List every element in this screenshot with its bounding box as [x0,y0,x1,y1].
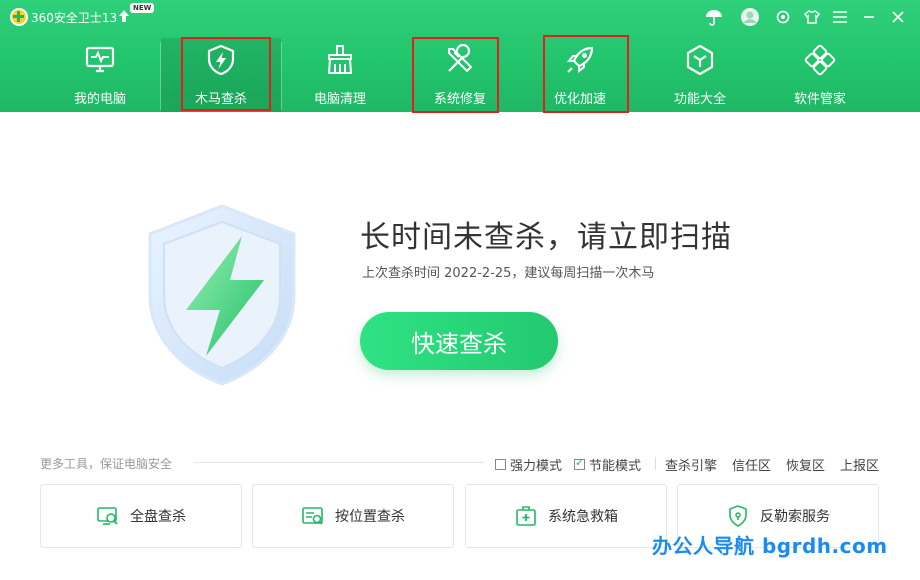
first-aid-card[interactable]: 系统急救箱 [465,484,667,548]
disk-scan-icon [97,507,118,525]
broom-icon [327,45,353,74]
checkbox-icon [495,459,506,470]
trust-zone-link[interactable]: 信任区 [732,455,771,474]
option-label: 强力模式 [510,459,563,474]
nav-label: 软件管家 [793,92,846,107]
nav-item-features[interactable]: 功能大全 [640,38,760,112]
card-label: 按位置查杀 [335,509,405,525]
nav-item-trojan-scan[interactable]: 木马查杀 [161,38,281,112]
card-label: 全盘查杀 [130,509,186,525]
first-aid-kit-icon [516,506,536,526]
top-header: 360安全卫士13 NEW 我的电脑 木马查杀 电脑清理 系统修复 优化加速 功… [0,0,920,113]
separator [655,457,656,470]
site-watermark: 办公人导航 bgrdh.com [652,534,888,558]
last-scan-info: 上次查杀时间 2022-2-25，建议每周扫描一次木马 [362,266,655,281]
nav-item-my-computer[interactable]: 我的电脑 [40,38,160,112]
nav-label: 我的电脑 [73,92,126,107]
nav-label: 优化加速 [553,92,606,107]
checkbox-checked-icon [574,456,585,470]
avatar-icon[interactable] [739,6,761,28]
nav-item-cleanup[interactable]: 电脑清理 [280,38,400,112]
minimize-icon[interactable] [858,6,880,28]
card-label: 反勒索服务 [760,509,830,525]
wrench-screwdriver-icon [448,44,473,73]
close-icon[interactable] [887,6,909,28]
shield-illustration-icon [148,204,296,386]
upgrade-arrow-icon[interactable] [118,9,130,23]
nav-label: 功能大全 [673,92,726,107]
shield-bolt-icon [207,44,235,76]
eco-mode-checkbox[interactable]: 节能模式 [574,455,641,474]
location-scan-icon [302,507,323,525]
more-tools-label: 更多工具，保证电脑安全 [40,457,173,471]
nav-label: 木马查杀 [194,92,247,107]
location-scan-card[interactable]: 按位置查杀 [252,484,454,548]
power-mode-checkbox[interactable]: 强力模式 [495,455,562,474]
report-zone-link[interactable]: 上报区 [840,455,879,474]
app-title: 360安全卫士13 [31,11,118,25]
main-nav: 我的电脑 木马查杀 电脑清理 系统修复 优化加速 功能大全 软件管家 [40,38,920,112]
menu-icon[interactable] [829,6,851,28]
divider-line [194,462,484,463]
cube-icon [686,44,714,76]
nav-item-system-repair[interactable]: 系统修复 [400,38,520,112]
nav-label: 系统修复 [433,92,486,107]
nav-item-software-manager[interactable]: 软件管家 [760,38,880,112]
skin-shirt-icon[interactable] [801,6,823,28]
scan-headline: 长时间未查杀，请立即扫描 [360,220,732,255]
card-label: 系统急救箱 [548,509,618,525]
restore-zone-link[interactable]: 恢复区 [786,455,825,474]
nav-item-optimize[interactable]: 优化加速 [520,38,640,112]
apps-icon [804,44,836,76]
shield-lock-icon [729,505,747,527]
nav-label: 电脑清理 [313,92,366,107]
title-bar: 360安全卫士13 NEW [0,0,920,34]
option-label: 节能模式 [589,459,642,474]
rocket-icon [566,46,594,74]
quick-scan-button[interactable]: 快速查杀 [360,312,558,370]
app-logo-icon [10,8,28,26]
full-disk-scan-card[interactable]: 全盘查杀 [40,484,242,548]
scan-engine-link[interactable]: 查杀引擎 [665,455,717,474]
settings-gear-icon[interactable] [772,6,794,28]
new-badge: NEW [130,3,155,13]
umbrella-icon[interactable] [703,6,725,28]
monitor-icon [85,46,115,73]
